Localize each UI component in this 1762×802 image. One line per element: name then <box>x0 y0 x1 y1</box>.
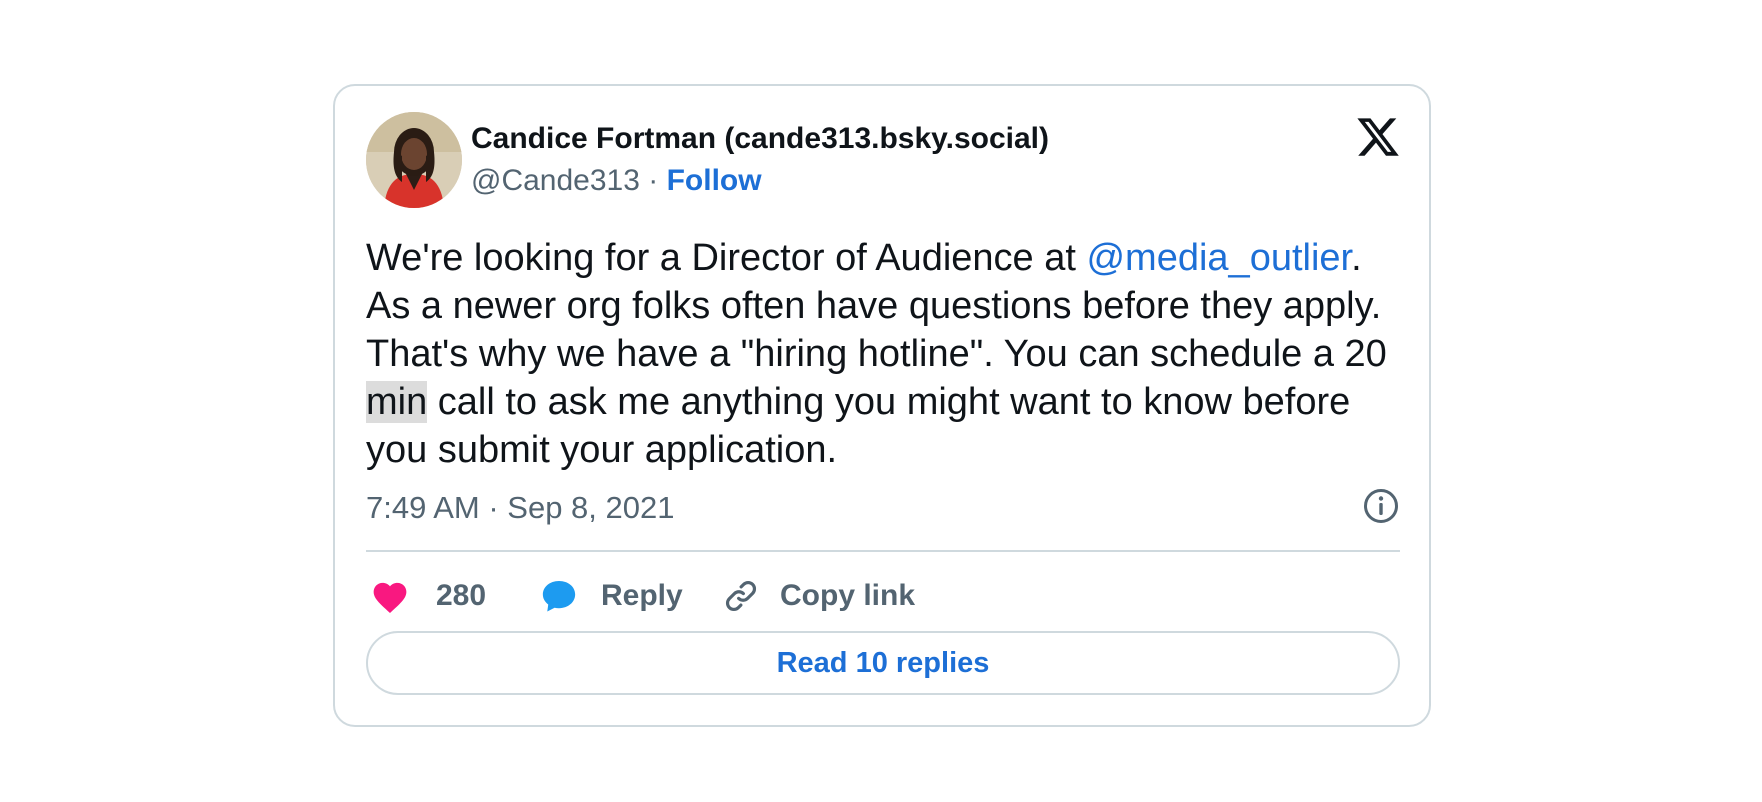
copy-link-label: Copy link <box>780 579 916 612</box>
copy-link-button[interactable]: Copy link <box>722 568 915 624</box>
info-icon[interactable] <box>1362 487 1400 525</box>
tweet-text-part1: We're looking for a Director of Audience… <box>366 237 1087 279</box>
link-icon <box>726 581 756 611</box>
author-display-name[interactable]: Candice Fortman (cande313.bsky.social) <box>471 122 1049 156</box>
read-replies-button[interactable]: Read 10 replies <box>366 631 1400 695</box>
highlighted-word: min <box>366 381 428 423</box>
like-button[interactable]: 280 <box>370 568 486 624</box>
author-handle-line: @Cande313 · Follow <box>471 164 762 198</box>
like-count: 280 <box>436 579 487 612</box>
tweet-timestamp[interactable]: 7:49 AM · Sep 8, 2021 <box>366 490 675 526</box>
follow-button[interactable]: Follow <box>667 164 762 197</box>
heart-icon <box>373 582 407 614</box>
avatar[interactable] <box>366 112 462 208</box>
embedded-tweet-card: Candice Fortman (cande313.bsky.social) @… <box>333 84 1431 727</box>
reply-button[interactable]: Reply <box>539 568 683 624</box>
author-handle[interactable]: @Cande313 <box>471 164 640 197</box>
tweet-text-part3: call to ask me anything you might want t… <box>366 381 1351 471</box>
divider <box>366 550 1400 552</box>
tweet-text: We're looking for a Director of Audience… <box>366 234 1406 474</box>
reply-label: Reply <box>601 579 683 612</box>
mention-link[interactable]: @media_outlier <box>1086 237 1351 279</box>
x-logo-icon[interactable] <box>1355 114 1401 160</box>
reply-bubble-icon <box>542 580 576 612</box>
handle-separator: · <box>639 164 667 197</box>
